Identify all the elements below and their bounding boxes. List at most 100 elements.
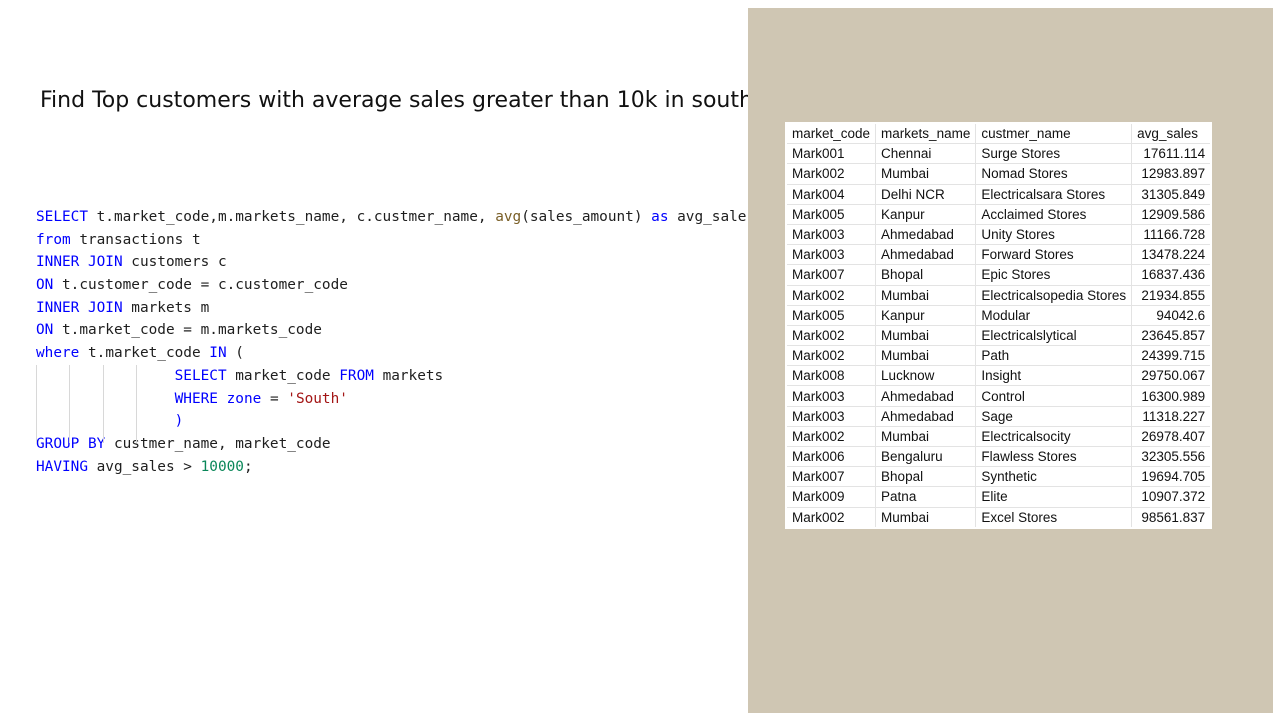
code-line: INNER JOIN markets m	[36, 297, 755, 320]
table-cell: Mumbai	[875, 324, 977, 347]
table-cell: Mark001	[785, 143, 877, 165]
table-cell: Electricalslytical	[975, 324, 1133, 347]
table-cell: Mark003	[785, 405, 877, 427]
table-cell: Mark007	[785, 264, 877, 286]
code-token: customers c	[122, 254, 227, 271]
indent-guide	[69, 364, 70, 443]
table-cell: Patna	[875, 486, 977, 508]
code-line: ON t.customer_code = c.customer_code	[36, 274, 755, 297]
table-cell: Kanpur	[875, 304, 977, 326]
code-token: t.market_code,m.markets_name, c.custmer_…	[87, 209, 496, 225]
table-cell: 26978.407	[1131, 425, 1212, 448]
table-row: Mark003 Ahmedabad Forward Stores 13478.224	[785, 244, 1212, 266]
table-cell: Electricalsara Stores	[975, 183, 1133, 205]
slide-title: Find Top customers with average sales gr…	[40, 88, 820, 113]
table-cell: Mumbai	[875, 425, 977, 448]
table-cell: Mumbai	[875, 506, 977, 529]
table-cell: 11166.728	[1131, 223, 1212, 246]
table-cell: 98561.837	[1131, 506, 1212, 529]
code-line: INNER JOIN customers c	[36, 251, 755, 274]
table-cell: Mark002	[785, 506, 877, 529]
column-header: avg_sales	[1131, 122, 1212, 145]
table-cell: Bhopal	[875, 466, 977, 488]
code-token: as	[651, 209, 669, 225]
table-cell: Modular	[975, 304, 1133, 326]
code-token: ON	[36, 322, 54, 339]
table-row: Mark005 Kanpur Acclaimed Stores 12909.586	[785, 203, 1212, 225]
table-row: Mark007 Bhopal Synthetic 19694.705	[785, 466, 1212, 488]
code-token: SELECT	[36, 209, 88, 225]
results-table: market_code markets_name custmer_name avg_s…	[785, 122, 1213, 529]
indent-guide	[103, 364, 104, 443]
table-cell: Mark009	[785, 486, 877, 508]
column-header: markets_name	[875, 122, 977, 145]
table-cell: Mumbai	[875, 163, 977, 185]
table-cell: Excel Stores	[975, 506, 1133, 529]
table-cell: 12983.897	[1131, 163, 1212, 185]
table-cell: Mark002	[785, 425, 877, 448]
table-cell: Delhi NCR	[875, 183, 977, 205]
table-cell: Ahmedabad	[875, 385, 977, 407]
table-cell: Surge Stores	[975, 143, 1133, 165]
table-cell: 94042.6	[1131, 304, 1212, 326]
table-row: Mark003 Ahmedabad Unity Stores 11166.728	[785, 223, 1212, 246]
table-row: Mark002 Mumbai Excel Stores 98561.837	[785, 506, 1212, 529]
code-token: INNER JOIN	[36, 299, 123, 316]
table-row: Mark002 Mumbai Electricalsocity 26978.407	[785, 425, 1212, 448]
table-row: Mark009 Patna Elite 10907.372	[785, 486, 1212, 508]
table-cell: Bengaluru	[875, 445, 977, 468]
table-row: Mark002 Mumbai Path 24399.715	[785, 345, 1212, 367]
table-row: Mark005 Kanpur Modular 94042.6	[785, 304, 1212, 326]
code-token: markets	[373, 367, 444, 384]
table-cell: Mark004	[785, 183, 877, 205]
code-line: where t.market_code IN (	[36, 342, 755, 365]
table-cell: Mark005	[785, 304, 877, 326]
code-token: 'South'	[287, 390, 348, 407]
table-cell: Forward Stores	[975, 244, 1133, 266]
table-cell: 24399.715	[1131, 345, 1212, 367]
table-cell: Mark003	[785, 385, 877, 407]
code-line: SELECT t.market_code,m.markets_name, c.c…	[36, 206, 755, 229]
code-token: WHERE	[174, 390, 218, 407]
table-cell: Mark007	[785, 466, 877, 488]
code-token: 10000	[200, 458, 244, 475]
table-cell: Control	[975, 385, 1133, 407]
table-cell: Mumbai	[875, 345, 977, 367]
code-token: SELECT	[174, 367, 227, 384]
table-cell: Flawless Stores	[975, 445, 1133, 468]
table-cell: Sage	[975, 405, 1133, 427]
table-cell: Mumbai	[875, 284, 977, 306]
table-cell: Mark005	[785, 203, 877, 225]
table-cell: 16300.989	[1131, 385, 1212, 407]
table-cell: 12909.586	[1131, 203, 1212, 225]
table-cell: Mark002	[785, 163, 877, 185]
table-cell: Mark002	[785, 284, 877, 306]
code-token: from	[36, 231, 71, 248]
table-cell: Synthetic	[975, 466, 1133, 488]
code-token: t.market_code = m.markets_code	[53, 322, 322, 339]
sql-code-block: SELECT t.market_code,m.markets_name, c.c…	[36, 206, 755, 478]
code-token: avg_sales >	[87, 458, 201, 475]
table-cell: Ahmedabad	[875, 405, 977, 427]
table-cell: Elite	[975, 486, 1133, 508]
code-line: ON t.market_code = m.markets_code	[36, 319, 755, 342]
table-cell: 11318.227	[1131, 405, 1212, 427]
table-cell: Mark003	[785, 223, 877, 246]
code-token: t.customer_code = c.customer_code	[53, 277, 348, 294]
table-cell: 17611.114	[1131, 143, 1212, 165]
indent-guide	[136, 364, 137, 443]
table-cell: Lucknow	[875, 365, 977, 387]
code-token: (sales_amount)	[521, 209, 652, 225]
table-cell: Insight	[975, 365, 1133, 387]
table-cell: Mark002	[785, 324, 877, 347]
table-row: Mark008 Lucknow Insight 29750.067	[785, 365, 1212, 387]
table-cell: Ahmedabad	[875, 244, 977, 266]
code-token: FROM	[339, 367, 374, 384]
code-token: INNER JOIN	[36, 254, 123, 271]
code-token: transactions t	[70, 231, 201, 248]
table-row: Mark003 Ahmedabad Control 16300.989	[785, 385, 1212, 407]
table-row: Mark002 Mumbai Nomad Stores 12983.897	[785, 163, 1212, 185]
table-cell: 21934.855	[1131, 284, 1212, 306]
table-row: Mark002 Mumbai Electricalslytical 23645.857	[785, 324, 1212, 347]
